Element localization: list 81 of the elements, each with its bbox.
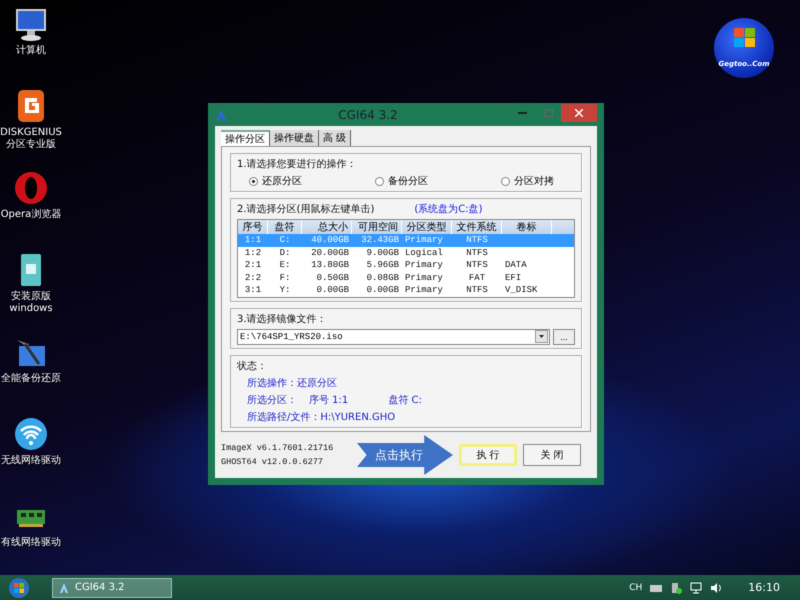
computer-icon[interactable] (13, 6, 49, 42)
table-cell-text: D: (278, 248, 292, 258)
table-cell-text: F: (278, 272, 292, 283)
table-row[interactable]: 1:2 D: 20.00GB 9.00GB Logical NTFS (238, 246, 574, 259)
version-text: GHOST64 v12.0.0.6277 (221, 457, 324, 467)
maximize-icon (544, 108, 552, 116)
radio-option[interactable]: 还原分区 (237, 174, 323, 188)
table-cell-text: 2:1 (244, 260, 262, 270)
version-text: ImageX v6.1.7601.21716 (221, 443, 334, 453)
close-button[interactable] (561, 104, 597, 122)
table-cell-text: 0.00GB (366, 285, 400, 296)
language-indicator[interactable]: CH (629, 582, 642, 592)
desktop-icon-label[interactable]: Opera浏览器 (0, 209, 62, 221)
table-cell-text: 3:1 (244, 285, 262, 296)
desktop-icon-label[interactable]: DISKGENIUS 分区专业版 (0, 127, 62, 151)
dialog-button[interactable]: 执 行 (459, 444, 517, 466)
table-cell-text: 0.00GB (316, 285, 350, 296)
clock: 16:10 (748, 581, 780, 594)
windows-flag-icon (734, 28, 756, 48)
table-cell-text: NTFS (465, 235, 489, 246)
group-title: 3.请选择镜像文件： (237, 312, 328, 326)
table-cell-text: Primary (404, 235, 444, 246)
group-title: 1.请选择您要进行的操作： (237, 158, 358, 171)
browse-button[interactable]: ... (553, 328, 575, 344)
table-cell-text: 13.80GB (310, 260, 350, 270)
tab[interactable]: 高 级 (319, 130, 352, 146)
table-cell-text: 1:1 (244, 235, 262, 246)
table-cell-text: FAT (468, 272, 486, 283)
table-cell-text: 9.00GB (366, 248, 400, 258)
table-cell-text: Logical (404, 248, 444, 258)
close-icon (575, 108, 583, 116)
taskbar-item[interactable]: CGI64 3.2 (52, 578, 172, 598)
table-cell-text: 0.50GB (316, 272, 350, 283)
letter-o-icon[interactable] (13, 170, 49, 206)
table-cell-text: 2:2 (244, 272, 262, 283)
drive-icon[interactable] (670, 582, 682, 594)
table-cell-text: V_DISK (504, 285, 538, 296)
table-cell-text: Primary (404, 260, 444, 270)
table-cell-text: NTFS (465, 285, 489, 296)
app-icon (215, 108, 227, 122)
table-cell-text: Primary (404, 285, 444, 296)
table-cell-text: NTFS (465, 248, 489, 258)
status-text: 所选分区： (247, 394, 297, 406)
minimize-icon (518, 112, 526, 114)
status-text: 所选操作：还原分区 (246, 376, 338, 390)
table-cell-text: 5.96GB (366, 260, 400, 270)
table-cell-text: NTFS (465, 260, 489, 270)
desktop-icon-label[interactable]: 计算机 (16, 45, 46, 57)
table-cell-text: Y: (278, 285, 292, 296)
table-cell-text: 32.43GB (360, 235, 400, 246)
radio-option[interactable]: 备份分区 (363, 174, 449, 188)
desktop-icon-label[interactable]: 安装原版 windows (9, 291, 53, 315)
wifi-icon[interactable] (13, 416, 49, 452)
window-title: CGI64 3.2 (337, 108, 399, 122)
table-cell-text: 0.08GB (366, 272, 400, 283)
volume-icon[interactable] (710, 582, 722, 594)
table-cell-text: 40.00GB (310, 235, 350, 246)
table-cell-text: EFI (504, 272, 522, 283)
table-cell-text: DATA (504, 260, 528, 270)
tab[interactable]: 操作分区 (221, 130, 270, 146)
table-cell-text: 1:2 (244, 248, 262, 258)
table-cell-text: C: (278, 235, 292, 246)
app-icon (59, 582, 69, 594)
tab[interactable]: 操作硬盘 (270, 130, 319, 146)
group-title: 2.请选择分区(用鼠标左键单击) (237, 202, 374, 216)
table-cell-text: E: (278, 260, 292, 270)
status-text: 序号 1:1 (309, 394, 348, 406)
table-cell-text: Primary (404, 272, 444, 283)
desktop-icon-label[interactable]: 无线网络驱动 (1, 455, 61, 467)
system-disk-note: (系统盘为C:盘) (414, 202, 482, 216)
status-text: 所选路径/文件：H:\YUREN.GHO (246, 410, 396, 424)
group-title: 状态： (237, 360, 268, 372)
table-cell-text: 20.00GB (310, 248, 350, 258)
network-icon[interactable] (690, 582, 702, 594)
radio-option[interactable]: 分区对拷 (489, 174, 575, 188)
start-button[interactable] (8, 576, 30, 598)
status-text: 盘符 C: (387, 394, 422, 406)
file-dropdown[interactable]: E:\764SP1_YRS20.iso (237, 328, 550, 344)
desktop-icon-label[interactable]: 全能备份还原 (1, 373, 61, 385)
dialog-button[interactable]: 关 闭 (523, 444, 581, 466)
desktop-icon-label[interactable]: 有线网络驱动 (1, 537, 61, 549)
